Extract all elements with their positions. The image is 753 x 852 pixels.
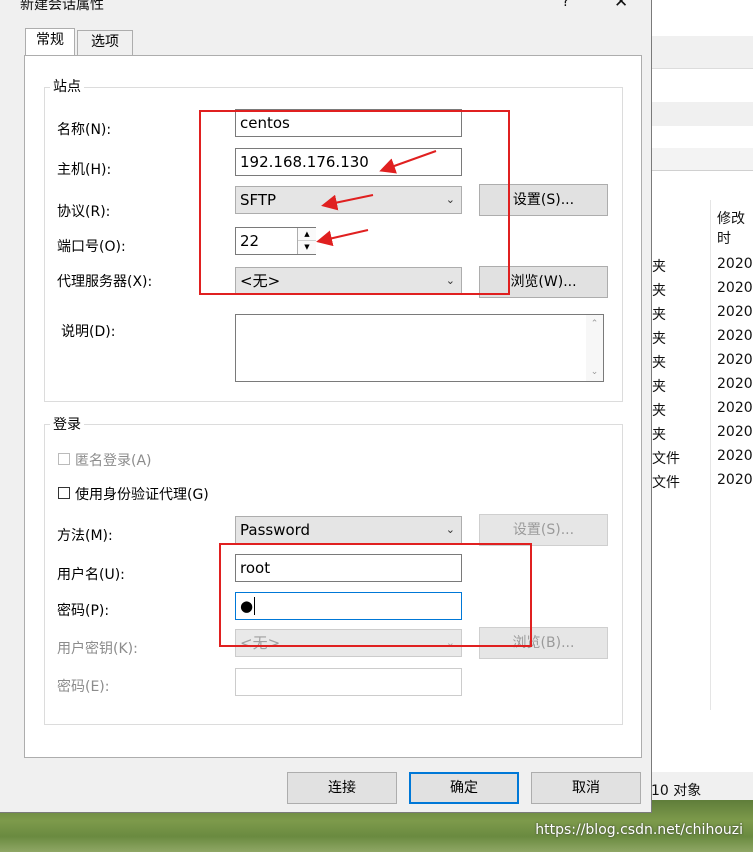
tab-general[interactable]: 常规 <box>25 28 75 55</box>
arrow-to-protocol <box>321 194 374 211</box>
annotation-arrows <box>316 150 437 247</box>
arrow-to-host <box>379 150 437 174</box>
arrow-to-port <box>316 229 369 247</box>
